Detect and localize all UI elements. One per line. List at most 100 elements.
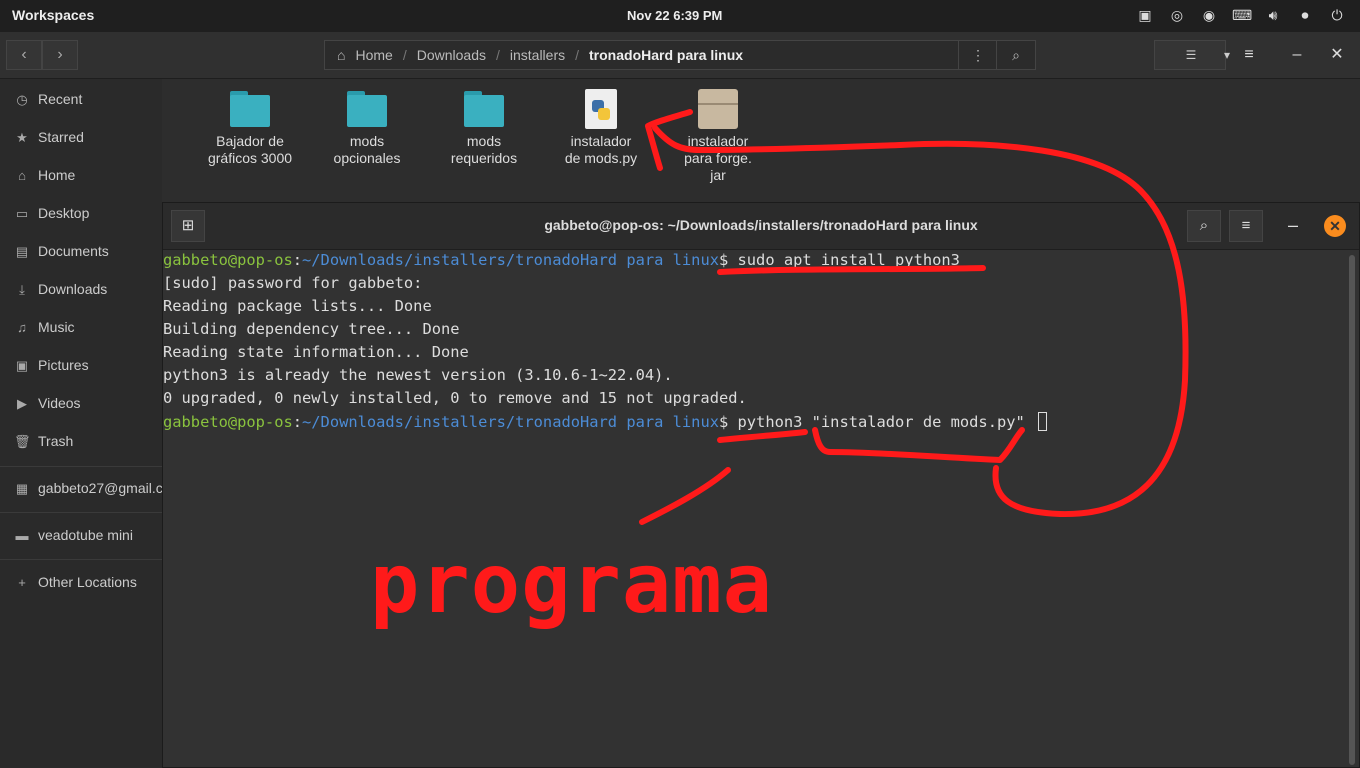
terminal-close-button[interactable]: ✕ xyxy=(1324,215,1346,237)
file-item[interactable]: instalador de mods.py xyxy=(543,87,659,167)
search-button[interactable]: ⌕ xyxy=(996,41,1035,69)
clock[interactable]: Nov 22 6:39 PM xyxy=(627,8,722,23)
power-icon[interactable]: ⏻ xyxy=(1328,6,1346,24)
obs-icon[interactable]: ◎ xyxy=(1168,6,1186,24)
list-view-button[interactable]: ☰ xyxy=(1155,41,1197,69)
sidebar-item-trash[interactable]: 🗑︎ Trash xyxy=(0,427,162,457)
terminal-output[interactable]: gabbeto@pop-os:~/Downloads/installers/tr… xyxy=(163,251,1345,767)
terminal-headerbar: ⊞ gabbeto@pop-os: ~/Downloads/installers… xyxy=(163,203,1359,250)
terminal-window: ⊞ gabbeto@pop-os: ~/Downloads/installers… xyxy=(162,202,1360,768)
file-name: gráficos 3000 xyxy=(207,150,293,166)
crumb-home[interactable]: Home xyxy=(355,47,392,63)
output-line: 0 upgraded, 0 newly installed, 0 to remo… xyxy=(163,389,747,407)
file-item[interactable]: instalador para forge. jar xyxy=(660,87,776,184)
python-file-icon xyxy=(585,89,617,129)
text-cursor xyxy=(1038,412,1048,431)
sidebar-item-desktop[interactable]: ▭ Desktop xyxy=(0,199,162,229)
sidebar-divider xyxy=(0,559,162,560)
online-account-icon: ▦ xyxy=(15,481,29,496)
top-bar: Workspaces Nov 22 6:39 PM ▣ ◎ ◉ ⌨ 🔊︎ ⏺ ⏻ xyxy=(0,0,1360,32)
file-item[interactable]: mods requeridos xyxy=(426,87,542,167)
sidebar-item-pictures[interactable]: ▣ Pictures xyxy=(0,351,162,381)
file-grid: Bajador de gráficos 3000 mods opcionales… xyxy=(162,79,1360,199)
file-name: jar xyxy=(710,167,726,183)
sidebar-item-music[interactable]: ♫ Music xyxy=(0,313,162,343)
sidebar-item-veadotube[interactable]: ▬ veadotube mini xyxy=(0,521,162,551)
prompt-line: gabbeto@pop-os:~/Downloads/installers/tr… xyxy=(163,251,960,269)
desktop-icon: ▭ xyxy=(15,206,29,221)
search-icon: ⌕ xyxy=(1199,217,1209,234)
system-tray: ▣ ◎ ◉ ⌨ 🔊︎ ⏺ ⏻ xyxy=(1136,6,1346,24)
discord-icon[interactable]: ◉ xyxy=(1200,6,1218,24)
back-button[interactable]: ‹ xyxy=(6,40,42,70)
file-name: de mods.py xyxy=(564,150,638,166)
terminal-title: gabbeto@pop-os: ~/Downloads/installers/t… xyxy=(544,217,978,233)
crumb-installers[interactable]: installers xyxy=(510,47,565,63)
file-name: mods xyxy=(349,133,385,149)
document-icon: ▤ xyxy=(15,244,29,259)
sidebar-item-documents[interactable]: ▤ Documents xyxy=(0,237,162,267)
plus-icon: + xyxy=(18,575,26,590)
close-icon: ✕ xyxy=(1329,218,1341,234)
sidebar-item-other-locations[interactable]: + Other Locations xyxy=(0,568,162,598)
download-icon: ⤓ xyxy=(19,282,25,297)
breadcrumb: ⌂ Home / Downloads / installers / tronad… xyxy=(337,47,744,63)
volume-icon[interactable]: 🔊︎ xyxy=(1264,6,1282,24)
hamburger-icon: ≡ xyxy=(1241,217,1251,234)
folder-icon xyxy=(347,91,387,127)
files-headerbar: ‹ › ⌂ Home / Downloads / installers / tr… xyxy=(0,32,1360,79)
trash-icon: 🗑︎ xyxy=(14,434,31,449)
search-icon: ⌕ xyxy=(1012,47,1020,63)
file-name: instalador xyxy=(687,133,749,149)
folder-icon: ▬ xyxy=(15,528,29,543)
file-item[interactable]: mods opcionales xyxy=(309,87,425,167)
folder-icon xyxy=(230,91,270,127)
prompt-line: gabbeto@pop-os:~/Downloads/installers/tr… xyxy=(163,412,1048,434)
crumb-downloads[interactable]: Downloads xyxy=(417,47,486,63)
file-name: para forge. xyxy=(684,150,752,166)
path-menu-button[interactable]: ⋮ xyxy=(958,41,997,69)
file-name: mods xyxy=(466,133,502,149)
path-bar[interactable]: ⌂ Home / Downloads / installers / tronad… xyxy=(324,40,1036,70)
forward-button[interactable]: › xyxy=(42,40,78,70)
terminal-minimize-button[interactable]: – xyxy=(1281,213,1305,237)
main-menu-button[interactable]: ≡ xyxy=(1232,40,1266,70)
star-icon: ★ xyxy=(16,130,28,145)
file-name: requeridos xyxy=(450,150,518,166)
close-icon: ✕ xyxy=(1330,46,1344,63)
picture-icon: ▣ xyxy=(15,358,29,373)
terminal-scrollbar[interactable] xyxy=(1349,255,1355,765)
file-name: Bajador de xyxy=(216,133,284,149)
display-icon[interactable]: ▣ xyxy=(1136,6,1154,24)
sidebar-item-home[interactable]: ⌂ Home xyxy=(0,161,162,191)
sidebar: ◷ Recent ★ Starred ⌂ Home ▭ Desktop ▤ Documen… xyxy=(0,79,162,768)
minimize-button[interactable]: – xyxy=(1280,40,1314,70)
sidebar-item-account[interactable]: ▦ gabbeto27@gmail.c... xyxy=(0,474,162,504)
workspaces-button[interactable]: Workspaces xyxy=(12,7,94,23)
sidebar-item-downloads[interactable]: ⤓ Downloads xyxy=(0,275,162,305)
output-line: Reading package lists... Done xyxy=(163,297,432,315)
video-icon: ▶ xyxy=(17,396,27,411)
crumb-current[interactable]: tronadoHard para linux xyxy=(589,47,743,63)
chevron-right-icon: › xyxy=(57,46,63,63)
output-line: python3 is already the newest version (3… xyxy=(163,366,673,384)
output-line: [sudo] password for gabbeto: xyxy=(163,274,423,292)
file-name: instalador xyxy=(570,133,632,149)
minimize-icon: – xyxy=(1292,46,1302,63)
terminal-search-button[interactable]: ⌕ xyxy=(1187,210,1221,242)
file-name: opcionales xyxy=(333,150,401,166)
view-options-button[interactable]: ▾ xyxy=(1191,41,1230,69)
sidebar-item-recent[interactable]: ◷ Recent xyxy=(0,85,162,115)
clock-icon: ◷ xyxy=(16,92,28,107)
sidebar-item-starred[interactable]: ★ Starred xyxy=(0,123,162,153)
sidebar-item-videos[interactable]: ▶ Videos xyxy=(0,389,162,419)
file-item[interactable]: Bajador de gráficos 3000 xyxy=(192,87,308,167)
sidebar-divider xyxy=(0,512,162,513)
close-button[interactable]: ✕ xyxy=(1320,40,1354,70)
home-icon: ⌂ xyxy=(18,168,26,183)
output-line: Reading state information... Done xyxy=(163,343,469,361)
mic-icon[interactable]: ⏺ xyxy=(1296,6,1314,24)
keyboard-icon[interactable]: ⌨ xyxy=(1232,6,1252,24)
sidebar-divider xyxy=(0,466,162,467)
terminal-menu-button[interactable]: ≡ xyxy=(1229,210,1263,242)
